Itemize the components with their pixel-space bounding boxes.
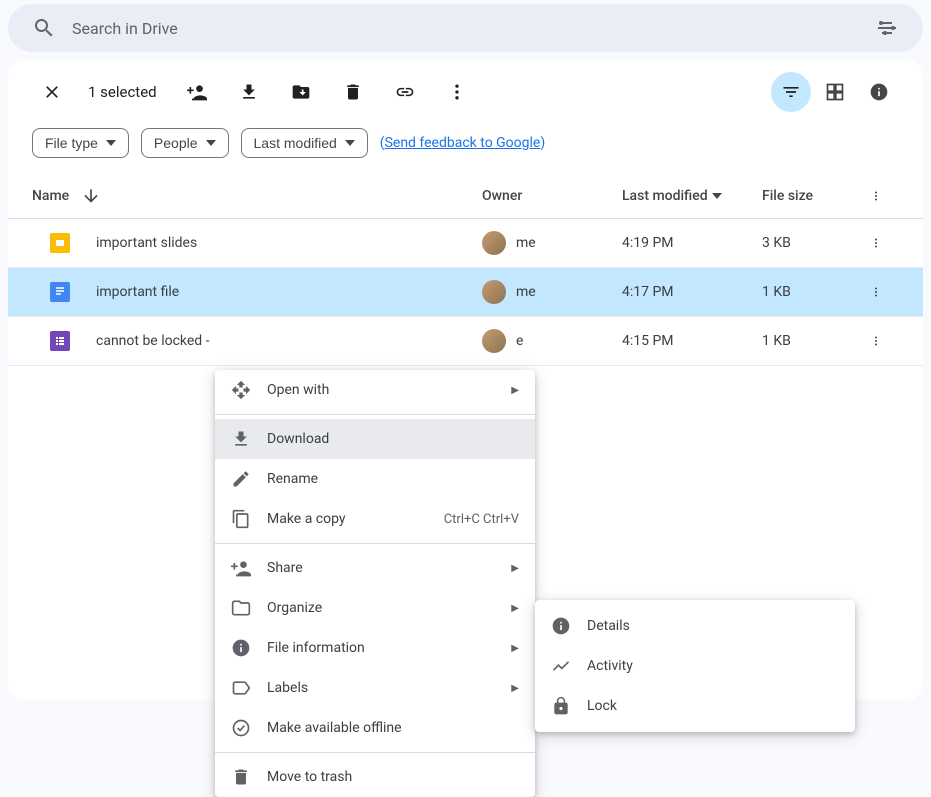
rename-icon xyxy=(231,469,251,489)
share-icon xyxy=(231,558,251,578)
menu-open-with[interactable]: Open with ▶ xyxy=(215,370,535,410)
slides-icon xyxy=(50,233,70,253)
selection-count: 1 selected xyxy=(88,83,157,101)
people-filter[interactable]: People xyxy=(141,128,229,158)
menu-download[interactable]: Download xyxy=(215,419,535,459)
search-bar[interactable]: Search in Drive xyxy=(8,4,923,52)
header-more-button[interactable] xyxy=(862,182,890,210)
more-actions-button[interactable] xyxy=(437,72,477,112)
chevron-right-icon: ▶ xyxy=(511,385,519,396)
link-button[interactable] xyxy=(385,72,425,112)
menu-organize[interactable]: Organize ▶ xyxy=(215,588,535,628)
menu-rename[interactable]: Rename xyxy=(215,459,535,499)
avatar xyxy=(482,231,506,255)
chevron-right-icon: ▶ xyxy=(511,643,519,654)
trash-icon xyxy=(231,767,251,787)
filter-toggle-button[interactable] xyxy=(771,72,811,112)
search-options-icon[interactable] xyxy=(867,8,907,48)
file-name: important slides xyxy=(96,235,197,251)
download-icon xyxy=(231,429,251,449)
copy-icon xyxy=(231,509,251,529)
folder-icon xyxy=(231,598,251,618)
menu-labels[interactable]: Labels ▶ xyxy=(215,668,535,708)
file-name: important file xyxy=(96,284,179,300)
activity-icon xyxy=(551,656,571,676)
modified-date: 4:15 PM xyxy=(622,333,762,349)
selection-toolbar: 1 selected xyxy=(8,60,923,124)
chevron-down-icon[interactable] xyxy=(712,193,722,199)
delete-button[interactable] xyxy=(333,72,373,112)
owner-name: me xyxy=(516,235,536,251)
avatar xyxy=(482,280,506,304)
offline-icon xyxy=(231,718,251,738)
menu-share[interactable]: Share ▶ xyxy=(215,548,535,588)
grid-view-button[interactable] xyxy=(815,72,855,112)
owner-name: me xyxy=(516,284,536,300)
table-row[interactable]: important file me 4:17 PM 1 KB xyxy=(8,268,923,317)
column-name[interactable]: Name xyxy=(32,188,69,204)
feedback-link-wrapper: (Send feedback to Google) xyxy=(380,135,545,151)
sort-arrow-icon[interactable] xyxy=(81,186,101,206)
owner-name: e xyxy=(516,333,523,349)
file-table: Name Owner Last modified File size impor… xyxy=(8,174,923,366)
submenu-activity[interactable]: Activity xyxy=(535,646,855,686)
menu-file-information[interactable]: File information ▶ xyxy=(215,628,535,668)
file-info-submenu: Details Activity Lock xyxy=(535,600,855,732)
share-button[interactable] xyxy=(177,72,217,112)
search-icon[interactable] xyxy=(24,8,64,48)
move-button[interactable] xyxy=(281,72,321,112)
info-button[interactable] xyxy=(859,72,899,112)
context-menu: Open with ▶ Download Rename Make a copy … xyxy=(215,370,535,797)
open-with-icon xyxy=(231,380,251,400)
file-type-filter[interactable]: File type xyxy=(32,128,129,158)
column-size[interactable]: File size xyxy=(762,188,862,204)
submenu-lock[interactable]: Lock xyxy=(535,686,855,726)
content-area: 1 selected xyxy=(8,60,923,700)
table-header: Name Owner Last modified File size xyxy=(8,174,923,219)
search-placeholder: Search in Drive xyxy=(72,19,867,38)
modified-date: 4:19 PM xyxy=(622,235,762,251)
table-row[interactable]: cannot be locked - e 4:15 PM 1 KB xyxy=(8,317,923,366)
chevron-right-icon: ▶ xyxy=(511,563,519,574)
lock-icon xyxy=(551,696,571,716)
submenu-details[interactable]: Details xyxy=(535,606,855,646)
docs-icon xyxy=(50,282,70,302)
file-size: 1 KB xyxy=(762,333,862,349)
row-more-button[interactable] xyxy=(862,327,890,355)
filters-row: File type People Last modified (Send fee… xyxy=(8,124,923,174)
avatar xyxy=(482,329,506,353)
info-icon xyxy=(231,638,251,658)
chevron-right-icon: ▶ xyxy=(511,603,519,614)
close-selection-button[interactable] xyxy=(32,72,72,112)
file-name: cannot be locked - xyxy=(96,333,210,349)
row-more-button[interactable] xyxy=(862,229,890,257)
label-icon xyxy=(231,678,251,698)
file-size: 1 KB xyxy=(762,284,862,300)
file-size: 3 KB xyxy=(762,235,862,251)
forms-icon xyxy=(50,331,70,351)
download-button[interactable] xyxy=(229,72,269,112)
chevron-right-icon: ▶ xyxy=(511,683,519,694)
modified-date: 4:17 PM xyxy=(622,284,762,300)
column-modified[interactable]: Last modified xyxy=(622,188,708,204)
menu-offline[interactable]: Make available offline xyxy=(215,708,535,748)
info-icon xyxy=(551,616,571,636)
row-more-button[interactable] xyxy=(862,278,890,306)
last-modified-filter[interactable]: Last modified xyxy=(241,128,368,158)
menu-make-copy[interactable]: Make a copy Ctrl+C Ctrl+V xyxy=(215,499,535,539)
column-owner[interactable]: Owner xyxy=(482,188,622,204)
menu-trash[interactable]: Move to trash xyxy=(215,757,535,797)
feedback-link[interactable]: Send feedback to Google xyxy=(385,135,541,151)
table-row[interactable]: important slides me 4:19 PM 3 KB xyxy=(8,219,923,268)
